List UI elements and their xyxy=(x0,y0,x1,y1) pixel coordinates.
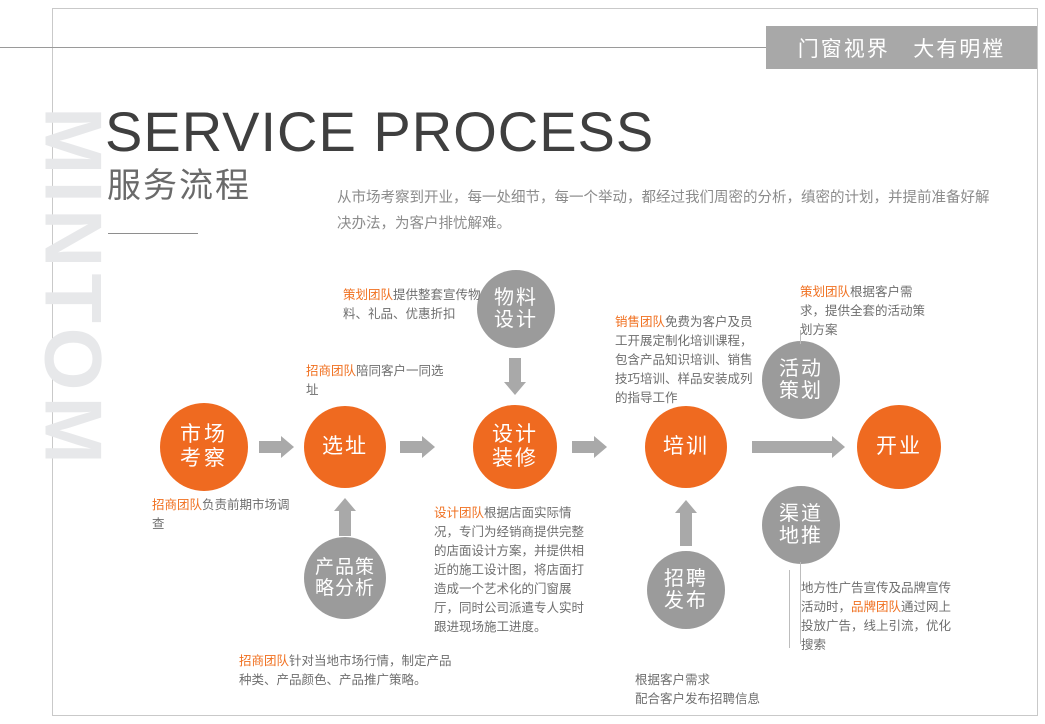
arrow-recruitment-to-training xyxy=(675,500,697,546)
annotation-market-research: 招商团队负责前期市场调查 xyxy=(152,496,292,534)
title-underline xyxy=(108,233,198,234)
node-training[interactable]: 培训 xyxy=(645,406,727,488)
annotation-design-team-highlight: 设计团队 xyxy=(434,506,485,520)
annotation-brand-team-highlight: 品牌团队 xyxy=(851,600,902,614)
node-market-research[interactable]: 市场 考察 xyxy=(160,403,248,491)
annotation-site-selection-highlight: 招商团队 xyxy=(306,364,357,378)
annotation-material-design: 策划团队提供整套宣传物料、礼品、优惠折扣 xyxy=(343,286,493,324)
page-title-chinese: 服务流程 xyxy=(107,167,251,205)
annotation-brand-team: 地方性广告宣传及品牌宣传活动时，品牌团队通过网上投放广告，线上引流，优化搜索 xyxy=(801,579,953,655)
annotation-material-design-highlight: 策划团队 xyxy=(343,288,394,302)
annotation-site-selection: 招商团队陪同客户一同选址 xyxy=(306,362,446,400)
arrow-site-to-design xyxy=(400,436,436,458)
brand-watermark: MINTOM xyxy=(27,107,118,470)
frame-top-rule xyxy=(52,8,1038,9)
node-site-selection[interactable]: 选址 xyxy=(304,406,386,488)
header-brand-tag: 门窗视界 大有明樘 xyxy=(766,26,1037,69)
annotation-design-team-text: 根据店面实际情况，专门为经销商提供完整的店面设计方案，并提供相近的施工设计图，将… xyxy=(434,506,585,634)
node-product-strategy[interactable]: 产品策 略分析 xyxy=(304,537,386,619)
frame-right-rule xyxy=(1037,8,1038,716)
annotation-market-research-highlight: 招商团队 xyxy=(152,498,203,512)
arrow-strategy-to-site xyxy=(334,498,356,536)
annotation-product-strategy-highlight: 招商团队 xyxy=(239,654,290,668)
arrow-training-to-opening xyxy=(752,436,848,458)
node-design-decoration[interactable]: 设计 装修 xyxy=(473,405,557,489)
annotation-recruitment: 根据客户需求 配合客户发布招聘信息 xyxy=(635,652,815,709)
poster-canvas: 门窗视界 大有明樘 MINTOM SERVICE PROCESS 服务流程 从市… xyxy=(0,0,1045,724)
annotation-design-team: 设计团队根据店面实际情况，专门为经销商提供完整的店面设计方案，并提供相近的施工设… xyxy=(434,504,586,637)
arrow-design-to-training xyxy=(572,436,608,458)
arrow-market-to-site xyxy=(259,436,295,458)
arrow-material-to-design xyxy=(504,358,526,396)
annotation-product-strategy: 招商团队针对当地市场行情，制定产品种类、产品颜色、产品推广策略。 xyxy=(239,652,454,690)
intro-paragraph: 从市场考察到开业，每一处细节，每一个举动，都经过我们周密的分析，缜密的计划，并提… xyxy=(337,190,990,232)
annotation-event-planning-highlight: 策划团队 xyxy=(800,285,851,299)
node-channel-promotion[interactable]: 渠道 地推 xyxy=(762,486,840,564)
annotation-sales-training: 销售团队免费为客户及员工开展定制化培训课程，包含产品知识培训、销售技巧培训、样品… xyxy=(615,313,763,408)
node-recruitment[interactable]: 招聘 发布 xyxy=(647,551,725,629)
annotation-sales-training-highlight: 销售团队 xyxy=(615,315,666,329)
header-divider-rule xyxy=(0,47,790,48)
leader-line-brand-annotation xyxy=(789,570,790,648)
page-title-english: SERVICE PROCESS xyxy=(105,100,655,163)
annotation-event-planning: 策划团队根据客户需求，提供全套的活动策划方案 xyxy=(800,283,935,340)
node-event-planning[interactable]: 活动 策划 xyxy=(762,341,840,419)
node-opening[interactable]: 开业 xyxy=(857,405,941,489)
frame-bottom-rule xyxy=(52,715,1038,716)
annotation-recruitment-text: 根据客户需求 配合客户发布招聘信息 xyxy=(635,673,761,706)
